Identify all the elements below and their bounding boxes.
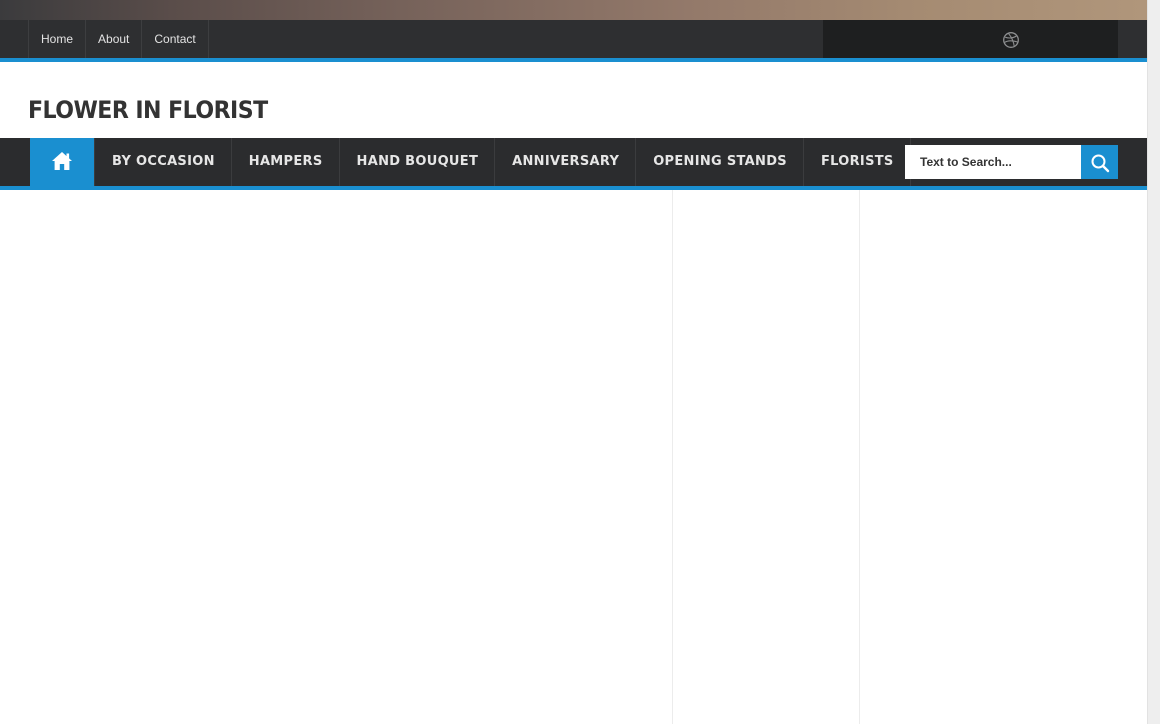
top-nav-about-link[interactable]: About — [86, 20, 143, 58]
top-nav-home-link[interactable]: Home — [28, 20, 87, 58]
search-icon — [1091, 154, 1110, 173]
home-button[interactable] — [30, 138, 94, 186]
search-button[interactable] — [1081, 145, 1118, 179]
content-sidebar-divider — [672, 190, 673, 724]
top-nav-contact-link[interactable]: Contact — [142, 20, 209, 58]
nav-item-hampers[interactable]: HAMPERS — [230, 138, 339, 186]
nav-item-anniversary[interactable]: ANNIVERSARY — [494, 138, 635, 186]
nav-item-by-occasion[interactable]: BY OCCASION — [94, 138, 231, 186]
social-icons-bar — [823, 20, 1118, 58]
nav-item-opening-stands[interactable]: OPENING STANDS — [635, 138, 803, 186]
header-banner-image — [0, 0, 1147, 20]
top-nav: Home About Contact — [28, 20, 209, 58]
main-nav-items: BY OCCASION HAMPERS HAND BOUQUET ANNIVER… — [94, 138, 911, 186]
nav-item-florists[interactable]: FLORISTS — [802, 138, 911, 186]
top-bar: Home About Contact — [0, 20, 1147, 62]
dribbble-icon[interactable] — [1002, 31, 1020, 49]
nav-item-hand-bouquet[interactable]: HAND BOUQUET — [338, 138, 495, 186]
page-scrollbar[interactable] — [1147, 0, 1160, 724]
page: Home About Contact FLOWER IN FLORIST BY … — [0, 0, 1147, 724]
sidebar-divider — [859, 190, 860, 724]
search-input[interactable] — [905, 145, 1081, 179]
site-title[interactable]: FLOWER IN FLORIST — [28, 96, 268, 124]
home-icon — [52, 152, 72, 170]
